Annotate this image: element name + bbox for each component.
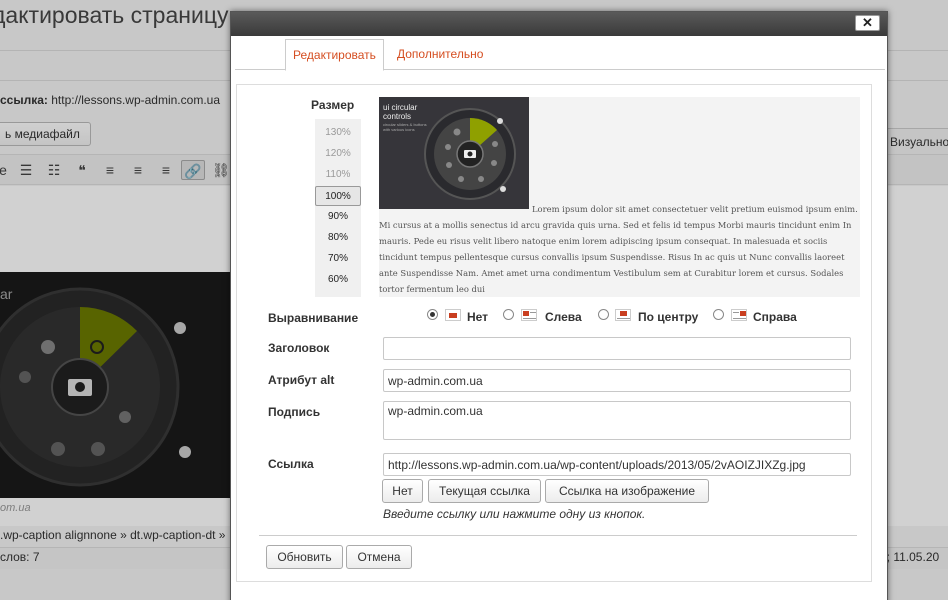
align-right-icon (731, 309, 747, 321)
size-option[interactable]: 80% (315, 228, 361, 248)
link-label: Ссылка (268, 457, 314, 471)
close-icon[interactable]: ✕ (855, 15, 880, 31)
link-input[interactable] (383, 453, 851, 476)
caption-label: Подпись (268, 405, 321, 419)
alignment-label: Выравнивание (268, 311, 359, 325)
align-right-radio[interactable] (713, 309, 724, 320)
image-edit-dialog: ✕ Редактировать Дополнительно Размер 130… (230, 11, 888, 600)
link-none-button[interactable]: Нет (382, 479, 423, 503)
size-option[interactable]: 60% (315, 270, 361, 290)
divider (259, 535, 857, 536)
size-option[interactable]: 130% (315, 123, 361, 143)
preview-image: ui circular controls circular sliders & … (379, 97, 529, 209)
align-none-radio[interactable] (427, 309, 438, 320)
dialog-titlebar: ✕ (231, 12, 887, 36)
align-left-label[interactable]: Слева (545, 310, 582, 324)
image-preview: Lorem ipsum dolor sit amet consectetuer … (379, 97, 860, 297)
alt-label: Атрибут alt (268, 373, 335, 387)
size-label: Размер (311, 98, 355, 112)
caption-textarea[interactable]: wp-admin.com.ua (383, 401, 851, 440)
alt-input[interactable] (383, 369, 851, 392)
cancel-button[interactable]: Отмена (346, 545, 412, 569)
align-left-radio[interactable] (503, 309, 514, 320)
size-option-selected[interactable]: 100% (315, 186, 361, 206)
dialog-tabs: Редактировать Дополнительно (235, 36, 885, 71)
update-button[interactable]: Обновить (266, 545, 343, 569)
link-image-button[interactable]: Ссылка на изображение (545, 479, 709, 503)
align-left-icon (521, 309, 537, 321)
circular-controls-graphic (424, 108, 516, 200)
align-none-label[interactable]: Нет (467, 310, 488, 324)
align-right-label[interactable]: Справа (753, 310, 797, 324)
edit-panel: Размер 130% 120% 110% 100% 90% 80% 70% 6… (236, 84, 872, 582)
link-hint: Введите ссылку или нажмите одну из кнопо… (383, 507, 646, 521)
size-option[interactable]: 70% (315, 249, 361, 269)
title-input[interactable] (383, 337, 851, 360)
link-current-button[interactable]: Текущая ссылка (428, 479, 541, 503)
size-option[interactable]: 120% (315, 144, 361, 164)
size-option[interactable]: 90% (315, 207, 361, 227)
title-label: Заголовок (268, 341, 330, 355)
align-none-icon (445, 309, 461, 321)
size-option[interactable]: 110% (315, 165, 361, 185)
tab-edit[interactable]: Редактировать (285, 39, 384, 71)
align-center-icon (615, 309, 631, 321)
tab-advanced[interactable]: Дополнительно (390, 39, 490, 71)
align-center-label[interactable]: По центру (638, 310, 698, 324)
size-selector: 130% 120% 110% 100% 90% 80% 70% 60% (315, 119, 361, 297)
align-center-radio[interactable] (598, 309, 609, 320)
